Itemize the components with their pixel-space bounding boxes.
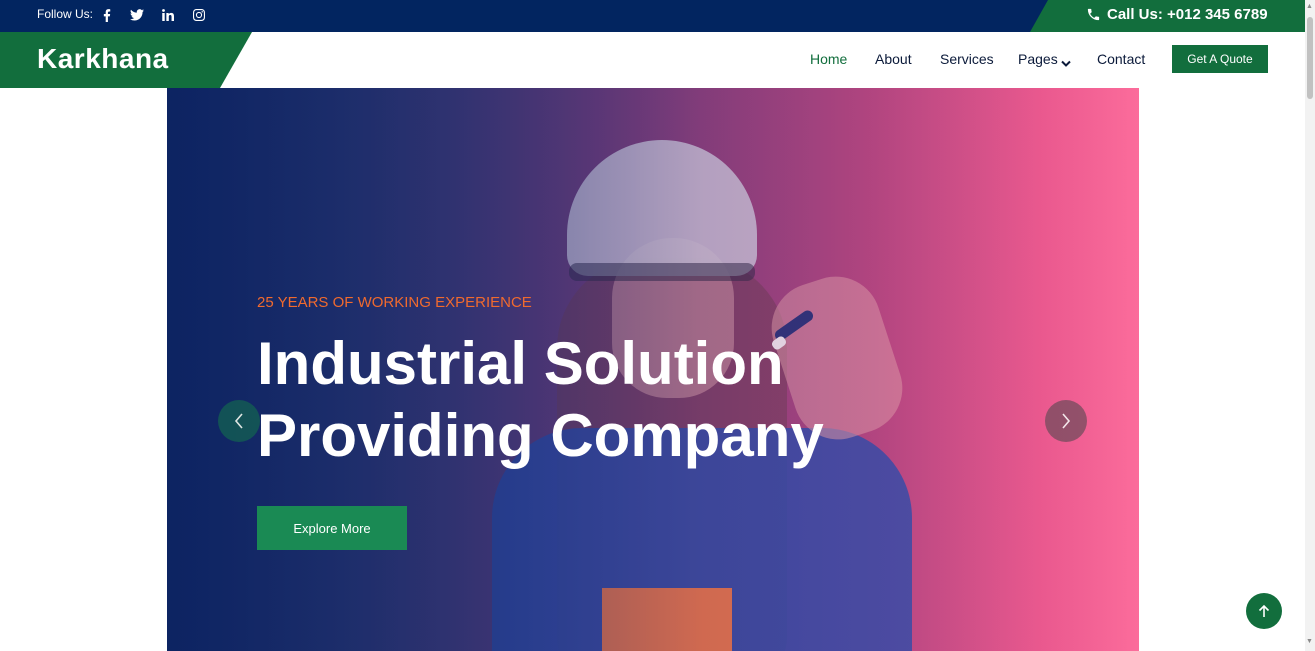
scroll-down-arrow-icon[interactable]: ▼ [1306,638,1313,645]
hero-eyebrow: 25 YEARS OF WORKING EXPERIENCE [257,294,532,311]
call-us-text[interactable]: Call Us: +012 345 6789 [1107,6,1268,23]
hero-title-line-2: Providing Company [257,402,824,469]
brand-logo[interactable]: Karkhana [37,43,169,75]
arrow-up-icon [1258,604,1270,617]
hero-title: Industrial Solution Providing Company [257,328,824,472]
nav-contact[interactable]: Contact [1097,51,1145,67]
facebook-icon[interactable] [100,6,114,24]
get-a-quote-button[interactable]: Get A Quote [1172,45,1268,73]
chevron-down-icon [1061,55,1071,73]
phone-icon [1086,7,1101,27]
carousel-prev-button[interactable] [218,400,260,442]
hero-title-line-1: Industrial Solution [257,330,784,397]
nav-pages[interactable]: Pages [1018,51,1058,67]
scrollbar-thumb[interactable] [1307,17,1313,99]
chevron-left-icon [234,413,243,429]
back-to-top-button[interactable] [1246,593,1282,629]
nav-services[interactable]: Services [940,51,994,67]
scroll-up-arrow-icon[interactable]: ▲ [1306,3,1313,10]
carousel-next-button[interactable] [1045,400,1087,442]
explore-more-button[interactable]: Explore More [257,506,407,550]
linkedin-icon[interactable] [161,6,175,24]
chevron-right-icon [1062,413,1071,429]
nav-about[interactable]: About [875,51,912,67]
nav-home[interactable]: Home [810,51,847,67]
follow-us-label: Follow Us: [37,7,94,21]
twitter-icon[interactable] [129,6,145,24]
instagram-icon[interactable] [192,6,206,24]
